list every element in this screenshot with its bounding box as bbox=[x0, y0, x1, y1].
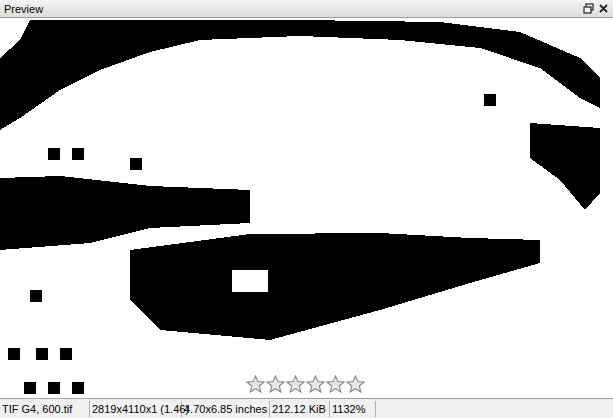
star-icon[interactable] bbox=[326, 375, 345, 394]
status-cell: TIF G4, 600.tif bbox=[0, 401, 90, 417]
image-preview[interactable] bbox=[0, 18, 613, 398]
star-icon[interactable] bbox=[306, 375, 325, 394]
star-icon[interactable] bbox=[346, 375, 365, 394]
restore-icon[interactable] bbox=[583, 3, 594, 14]
status-cell: 1132% bbox=[330, 401, 376, 417]
bitmap-image bbox=[0, 18, 613, 398]
preview-title-bar: Preview bbox=[0, 0, 613, 18]
panel-title: Preview bbox=[4, 2, 43, 16]
status-bar: TIF G4, 600.tif2819x4110x1 (1.46)4.70x6.… bbox=[0, 398, 613, 418]
close-icon[interactable] bbox=[598, 3, 609, 14]
star-icon[interactable] bbox=[246, 375, 265, 394]
status-cell: 212.12 KiB bbox=[270, 401, 330, 417]
star-rating[interactable] bbox=[246, 375, 365, 394]
star-icon[interactable] bbox=[286, 375, 305, 394]
status-cell: 2819x4110x1 (1.46) bbox=[90, 401, 182, 417]
star-icon[interactable] bbox=[266, 375, 285, 394]
status-cell: 4.70x6.85 inches bbox=[182, 401, 270, 417]
